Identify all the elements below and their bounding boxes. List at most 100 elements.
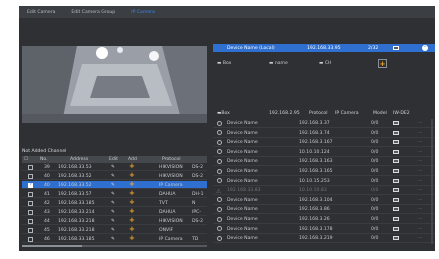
device-row[interactable]: Device Name 192.168.3.86 0/0 ··· [213, 205, 435, 215]
monitor-icon[interactable] [393, 149, 399, 154]
device-row[interactable]: ⚠ 192.168.33.83 10.10.10.83 0/0 ··· [213, 186, 435, 196]
monitor-icon[interactable] [393, 217, 399, 221]
device-row[interactable]: Device Name 192.168.3.178 0/0 ··· [213, 225, 435, 234]
scrollbar-thumb[interactable] [22, 245, 82, 247]
monitor-icon[interactable] [393, 140, 399, 145]
add-device-button[interactable]: + [378, 59, 387, 68]
more-icon[interactable]: ··· [418, 217, 422, 222]
row-radio[interactable] [217, 168, 222, 174]
row-radio[interactable] [217, 120, 222, 126]
add-icon[interactable]: + [129, 234, 135, 242]
row-checkbox[interactable] [28, 164, 33, 170]
pencil-icon[interactable]: ✎ [111, 201, 115, 206]
device-row[interactable]: Device Name 192.168.3.219 0/0 ··· [213, 234, 435, 244]
device-row[interactable]: Device Name 192.168.3.74 0/0 ··· [213, 129, 435, 138]
device-row[interactable]: Device Name 10.10.10.124 0/0 ··· [213, 148, 435, 157]
add-icon[interactable]: + [129, 189, 135, 197]
device-row[interactable]: Device Name 192.168.3.163 0/0 ··· [213, 157, 435, 167]
pencil-icon[interactable]: ✎ [111, 183, 115, 188]
col-address[interactable]: Address [70, 157, 88, 162]
device-row[interactable]: Device Name 10.10.15.253 0/0 ··· [213, 177, 435, 186]
row-checkbox[interactable] [28, 191, 33, 197]
channel-row[interactable]: 40 192.168.33.52 ✎ + HIKVISION DS-2 [22, 171, 207, 180]
tab-ip-camera[interactable]: IP Camera [123, 10, 163, 15]
local-device-row[interactable]: Device Name (Local) 192.168.33.95 2/32 ⌃ [213, 44, 435, 52]
more-icon[interactable]: ··· [418, 179, 422, 184]
monitor-icon[interactable] [393, 169, 399, 173]
pencil-icon[interactable]: ✎ [111, 237, 115, 242]
more-icon[interactable]: ··· [418, 169, 422, 174]
more-icon[interactable]: ··· [418, 159, 422, 164]
device-row[interactable]: Device Name 192.168.3.37 0/0 ··· [213, 119, 435, 128]
add-icon[interactable]: + [129, 162, 135, 170]
more-icon[interactable]: ··· [418, 188, 422, 193]
more-icon[interactable]: ··· [418, 131, 422, 136]
col-no[interactable]: No. [40, 157, 48, 162]
add-icon[interactable]: + [129, 180, 135, 188]
pencil-icon[interactable]: ✎ [111, 174, 115, 179]
pencil-icon[interactable]: ✎ [111, 192, 115, 197]
monitor-icon[interactable] [393, 121, 399, 125]
row-radio[interactable] [217, 178, 222, 184]
monitor-icon[interactable] [393, 197, 399, 202]
row-radio[interactable] [217, 149, 222, 155]
channel-row[interactable]: 46 192.168.33.185 ✎ + IP Camera TD [22, 234, 207, 243]
more-icon[interactable]: ··· [418, 207, 422, 212]
device-row[interactable]: Device Name 192.168.3.26 0/0 ··· [213, 215, 435, 224]
monitor-icon[interactable] [393, 178, 399, 183]
pencil-icon[interactable]: ✎ [111, 219, 115, 224]
row-radio[interactable] [217, 226, 222, 232]
row-radio[interactable] [217, 216, 222, 222]
pencil-icon[interactable]: ✎ [111, 228, 115, 233]
row-radio[interactable] [217, 130, 222, 136]
channel-table-scrollbar[interactable] [22, 245, 207, 247]
monitor-icon[interactable] [393, 226, 399, 231]
device-row[interactable]: Device Name 192.168.3.167 0/0 ··· [213, 138, 435, 148]
channel-row[interactable]: 44 192.168.33.218 ✎ + HIKVISION DS-2 [22, 216, 207, 225]
monitor-icon[interactable] [393, 188, 399, 193]
row-radio[interactable] [217, 235, 222, 241]
device-row[interactable]: Device Name 192.168.3.104 0/0 ··· [213, 196, 435, 205]
channel-row[interactable]: 43 192.168.33.214 ✎ + DAHUA IPC- [22, 207, 207, 216]
more-icon[interactable]: ··· [418, 140, 422, 145]
more-icon[interactable]: ··· [418, 236, 422, 241]
add-icon[interactable]: + [129, 171, 135, 179]
tab-edit-camera-group[interactable]: Edit Camera Group [63, 10, 123, 15]
row-checkbox[interactable] [28, 200, 33, 206]
device-table-scrollbar[interactable] [431, 119, 433, 244]
more-icon[interactable]: ··· [418, 227, 422, 232]
row-radio[interactable] [217, 197, 222, 203]
row-radio[interactable] [217, 139, 222, 145]
device-row[interactable]: Device Name 192.168.3.165 0/0 ··· [213, 167, 435, 176]
header-checkbox[interactable]: ☐ [24, 157, 28, 162]
row-checkbox[interactable] [28, 218, 33, 224]
pencil-icon[interactable]: ✎ [111, 165, 115, 170]
channel-row[interactable]: 45 192.168.33.218 ✎ + ONVIF [22, 225, 207, 234]
monitor-icon[interactable] [393, 159, 399, 164]
channel-row[interactable]: 41 192.168.33.57 ✎ + DAHUA DH-1 [22, 189, 207, 198]
row-checkbox[interactable] [28, 182, 33, 188]
channel-row[interactable]: 39 192.168.33.53 ✎ + HIKVISION DS-2 [22, 162, 207, 171]
collapse-arrow-icon[interactable]: ⌃ [422, 45, 428, 51]
tab-edit-camera[interactable]: Edit Camera [19, 10, 63, 15]
monitor-icon[interactable] [393, 236, 399, 241]
monitor-icon[interactable] [393, 130, 399, 135]
row-checkbox[interactable] [28, 236, 33, 242]
add-icon[interactable]: + [129, 207, 135, 215]
channel-row[interactable]: 40 192.168.33.52 ✎ + IP Camera [22, 180, 207, 189]
more-icon[interactable]: ··· [418, 150, 422, 155]
channel-row[interactable]: 42 192.168.33.185 ✎ + TVT N [22, 198, 207, 207]
monitor-icon[interactable] [393, 207, 399, 212]
more-icon[interactable]: ··· [418, 121, 422, 126]
row-checkbox[interactable] [28, 227, 33, 233]
row-checkbox[interactable] [28, 209, 33, 215]
row-radio[interactable] [217, 158, 222, 164]
add-icon[interactable]: + [129, 198, 135, 206]
monitor-icon[interactable] [393, 45, 399, 50]
row-radio[interactable] [217, 206, 222, 212]
add-icon[interactable]: + [129, 225, 135, 233]
col-protocol[interactable]: Protocol [162, 157, 181, 162]
add-icon[interactable]: + [129, 216, 135, 224]
more-icon[interactable]: ··· [418, 198, 422, 203]
row-checkbox[interactable] [28, 173, 33, 179]
